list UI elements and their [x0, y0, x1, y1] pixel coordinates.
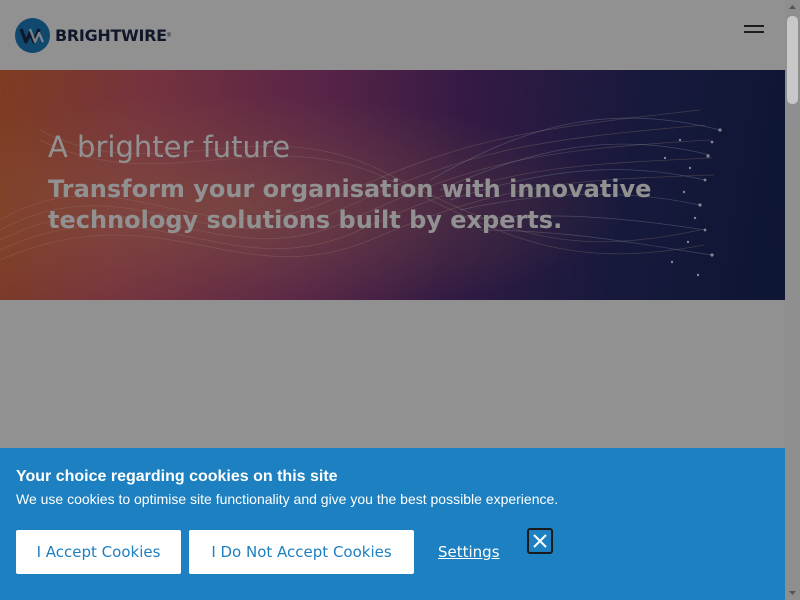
- close-cookie-banner-button[interactable]: [527, 528, 553, 554]
- accept-cookies-button[interactable]: I Accept Cookies: [16, 530, 181, 574]
- scroll-up-arrow-icon[interactable]: [785, 0, 800, 14]
- cookie-settings-link[interactable]: Settings: [438, 543, 500, 561]
- cookie-banner-title: Your choice regarding cookies on this si…: [16, 468, 338, 485]
- cookie-banner: Your choice regarding cookies on this si…: [0, 448, 785, 600]
- scrollbar-thumb[interactable]: [787, 16, 798, 104]
- page-scrollbar[interactable]: [785, 0, 800, 600]
- decline-cookies-button[interactable]: I Do Not Accept Cookies: [189, 530, 414, 574]
- scroll-down-arrow-icon[interactable]: [785, 586, 800, 600]
- close-icon: [533, 534, 547, 548]
- cookie-banner-text: We use cookies to optimise site function…: [16, 491, 559, 507]
